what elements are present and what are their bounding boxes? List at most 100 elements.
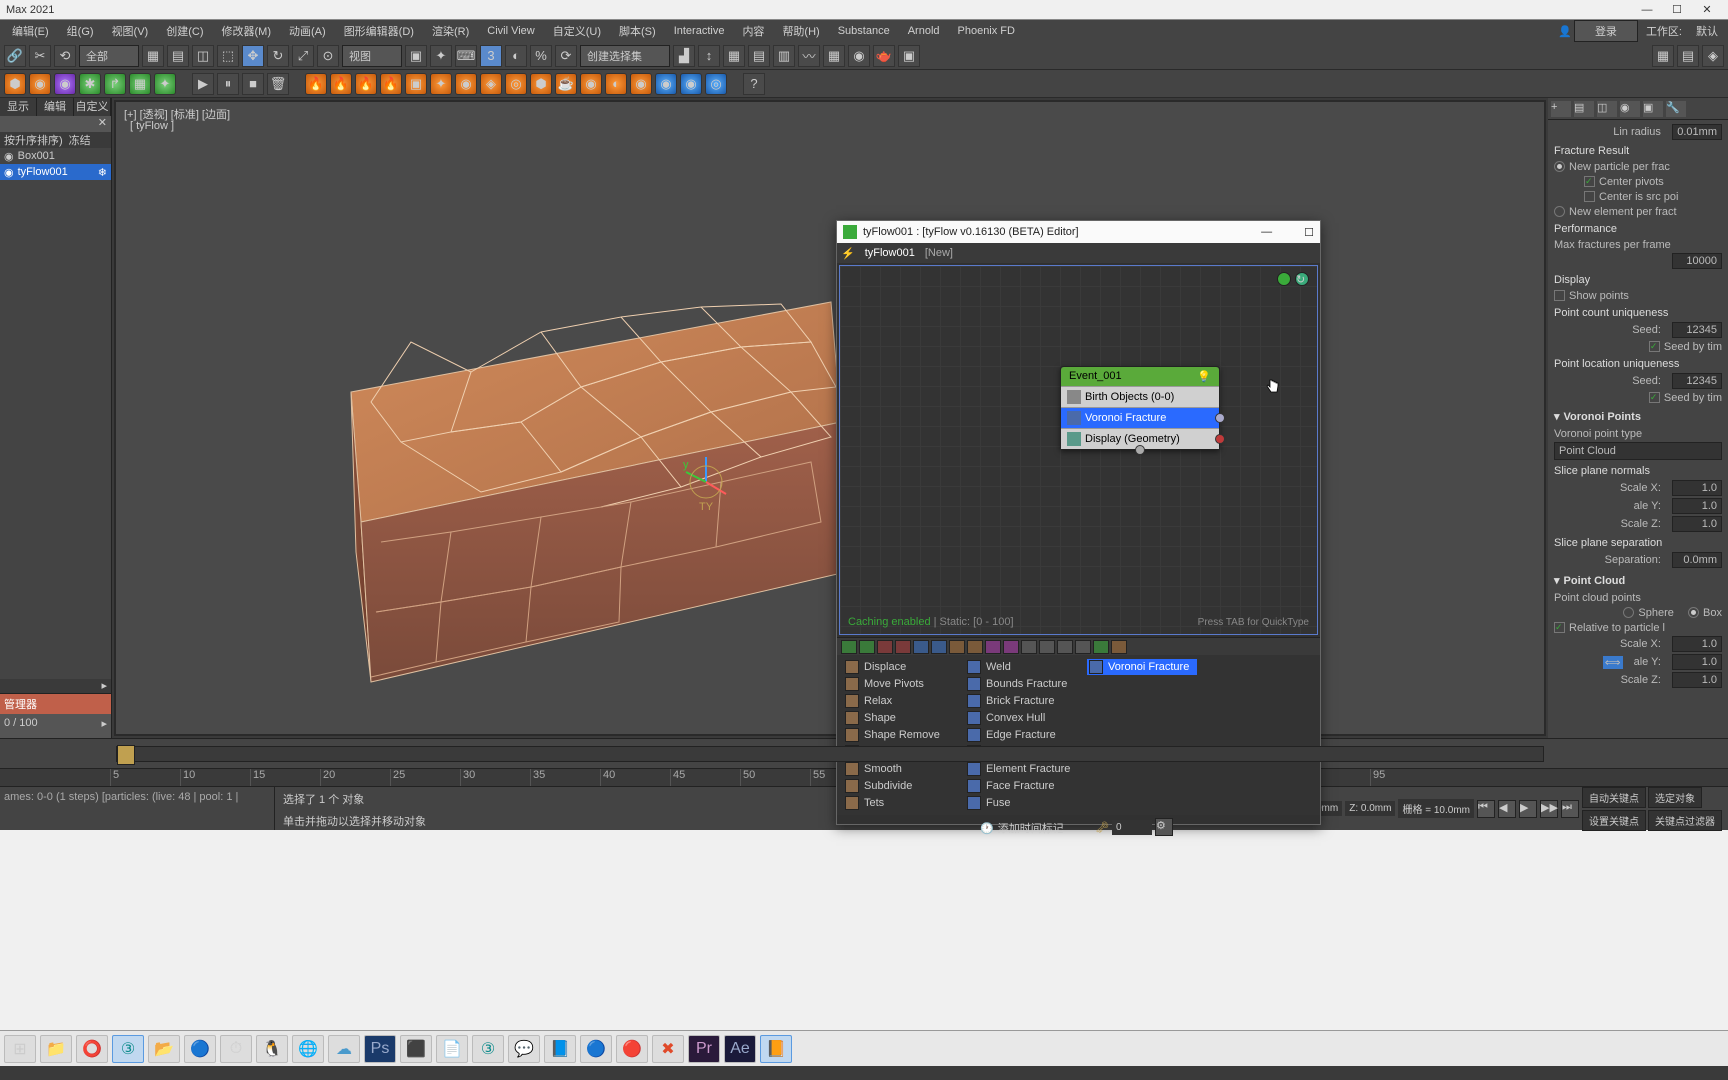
op-smooth[interactable]: Smooth bbox=[843, 761, 953, 777]
output-socket[interactable] bbox=[1215, 413, 1225, 423]
tb-app[interactable]: ✖ bbox=[652, 1035, 684, 1063]
sort-label[interactable]: 按升序排序) bbox=[4, 132, 63, 148]
tool-rframe[interactable]: ▣ bbox=[898, 45, 920, 67]
menu-substance[interactable]: Substance bbox=[830, 22, 898, 40]
menu-modifier[interactable]: 修改器(M) bbox=[214, 20, 280, 42]
tool-snap[interactable]: 3 bbox=[480, 45, 502, 67]
tool-unlink[interactable]: ✂ bbox=[29, 45, 51, 67]
op-tets[interactable]: Tets bbox=[843, 795, 953, 811]
tb-app[interactable]: ⬛ bbox=[400, 1035, 432, 1063]
filter-dropdown[interactable]: 全部 bbox=[79, 45, 139, 67]
list-item[interactable]: ◉ Box001 bbox=[0, 148, 111, 164]
radio-box[interactable] bbox=[1688, 607, 1699, 618]
separation-value[interactable]: 0.0mm bbox=[1672, 552, 1722, 568]
tb-premiere[interactable]: Pr bbox=[688, 1035, 720, 1063]
menu-edit[interactable]: 编辑(E) bbox=[4, 20, 57, 42]
tab-custom[interactable]: 自定义 bbox=[74, 98, 111, 116]
tb-app[interactable]: 🔴 bbox=[616, 1035, 648, 1063]
ptool-1[interactable]: ⬢ bbox=[4, 73, 26, 95]
chk-seed-time-2[interactable] bbox=[1649, 392, 1660, 403]
chk-show-points[interactable] bbox=[1554, 290, 1565, 301]
fire-1[interactable]: 🔥 bbox=[305, 73, 327, 95]
fire-9[interactable]: ◎ bbox=[505, 73, 527, 95]
tb-app[interactable]: 🔵 bbox=[184, 1035, 216, 1063]
tb-app[interactable]: ⏱ bbox=[220, 1035, 252, 1063]
seed-value-2[interactable]: 12345 bbox=[1672, 373, 1722, 389]
menu-create[interactable]: 创建(C) bbox=[158, 20, 211, 42]
tool-rotate[interactable]: ↻ bbox=[267, 45, 289, 67]
refresh-indicator[interactable]: ↻ bbox=[1295, 272, 1309, 286]
panel-close[interactable]: ✕ bbox=[0, 116, 111, 132]
tyflow-titlebar[interactable]: tyFlow001 : [tyFlow v0.16130 (BETA) Edit… bbox=[837, 221, 1320, 243]
op-face-fracture[interactable]: Face Fracture bbox=[965, 778, 1075, 794]
radio-new-element[interactable] bbox=[1554, 206, 1565, 217]
tab-display-icon[interactable]: ▣ bbox=[1643, 101, 1663, 117]
tool-angsnap[interactable]: ◐ bbox=[505, 45, 527, 67]
fire-5[interactable]: ▣ bbox=[405, 73, 427, 95]
tool-sel2[interactable]: ▤ bbox=[167, 45, 189, 67]
fire-8[interactable]: ◈ bbox=[480, 73, 502, 95]
fire-2[interactable]: 🔥 bbox=[330, 73, 352, 95]
event-output-socket[interactable] bbox=[1135, 445, 1145, 455]
tb-app[interactable]: ☁ bbox=[328, 1035, 360, 1063]
tool-ex3[interactable]: ◈ bbox=[1702, 45, 1724, 67]
chk-relative[interactable] bbox=[1554, 622, 1565, 633]
time-slider-handle[interactable] bbox=[117, 745, 135, 765]
setkey-btn[interactable]: 设置关键点 bbox=[1582, 810, 1646, 831]
tb-app[interactable]: 🔵 bbox=[580, 1035, 612, 1063]
opcat-16[interactable] bbox=[1111, 640, 1127, 654]
ptool-2[interactable]: ◉ bbox=[29, 73, 51, 95]
pc-scale-z[interactable]: 1.0 bbox=[1672, 672, 1722, 688]
opcat-9[interactable] bbox=[985, 640, 1001, 654]
op-displace[interactable]: Displace bbox=[843, 659, 953, 675]
ptool-5[interactable]: ↱ bbox=[104, 73, 126, 95]
tool-bind[interactable]: ⟲ bbox=[54, 45, 76, 67]
seed-value-1[interactable]: 12345 bbox=[1672, 322, 1722, 338]
fire-3[interactable]: 🔥 bbox=[355, 73, 377, 95]
ptool-4[interactable]: ✱ bbox=[79, 73, 101, 95]
tyflow-minimize[interactable]: — bbox=[1261, 226, 1272, 238]
tb-app[interactable]: ③ bbox=[472, 1035, 504, 1063]
op-subdivide[interactable]: Subdivide bbox=[843, 778, 953, 794]
tool-sel1[interactable]: ▦ bbox=[142, 45, 164, 67]
opcat-8[interactable] bbox=[967, 640, 983, 654]
link-icon[interactable]: ⟺ bbox=[1603, 656, 1623, 669]
radio-new-particle[interactable] bbox=[1554, 161, 1565, 172]
refcoord-dropdown[interactable]: 视图 bbox=[342, 45, 402, 67]
tb-photoshop[interactable]: Ps bbox=[364, 1035, 396, 1063]
menu-group[interactable]: 组(G) bbox=[59, 20, 102, 42]
tab-edit[interactable]: 编辑 bbox=[37, 98, 74, 116]
tab-hier-icon[interactable]: ◫ bbox=[1597, 101, 1617, 117]
menu-grapheditor[interactable]: 图形编辑器(D) bbox=[336, 20, 422, 42]
tool-layer2[interactable]: ▤ bbox=[748, 45, 770, 67]
ptool-7[interactable]: ✦ bbox=[154, 73, 176, 95]
chk-center-pivots[interactable] bbox=[1584, 176, 1595, 187]
op-bounds-fracture[interactable]: Bounds Fracture bbox=[965, 676, 1075, 692]
opcat-14[interactable] bbox=[1075, 640, 1091, 654]
tb-app[interactable]: 📁 bbox=[40, 1035, 72, 1063]
coord-z[interactable]: Z: 0.0mm bbox=[1345, 801, 1395, 816]
op-voronoi-fracture-list[interactable]: Voronoi Fracture bbox=[1087, 659, 1197, 675]
help-icon[interactable]: ? bbox=[743, 73, 765, 95]
frame-field[interactable]: 0 bbox=[1112, 820, 1152, 835]
tab-create-icon[interactable]: + bbox=[1551, 101, 1571, 117]
close-btn[interactable]: ✕ bbox=[1692, 3, 1722, 16]
op-weld[interactable]: Weld bbox=[965, 659, 1075, 675]
tb-chrome[interactable]: 🌐 bbox=[292, 1035, 324, 1063]
time-config[interactable]: ⚙ bbox=[1155, 818, 1173, 836]
menu-content[interactable]: 内容 bbox=[734, 20, 772, 42]
tool-mirror[interactable]: ▟ bbox=[673, 45, 695, 67]
op-element-fracture[interactable]: Element Fracture bbox=[965, 761, 1075, 777]
opcat-3[interactable] bbox=[877, 640, 893, 654]
tool-sel4[interactable]: ⬚ bbox=[217, 45, 239, 67]
lin-radius-value[interactable]: 0.01mm bbox=[1672, 124, 1722, 140]
tb-aftereffects[interactable]: Ae bbox=[724, 1035, 756, 1063]
tool-pivot[interactable]: ▣ bbox=[405, 45, 427, 67]
opcat-15[interactable] bbox=[1093, 640, 1109, 654]
op-shape-remove[interactable]: Shape Remove bbox=[843, 727, 953, 743]
scale-z-value[interactable]: 1.0 bbox=[1672, 516, 1722, 532]
tool-curve[interactable]: 〰 bbox=[798, 45, 820, 67]
tool-schem[interactable]: ▦ bbox=[823, 45, 845, 67]
tb-app[interactable]: ⭕ bbox=[76, 1035, 108, 1063]
pc-scale-x[interactable]: 1.0 bbox=[1672, 636, 1722, 652]
